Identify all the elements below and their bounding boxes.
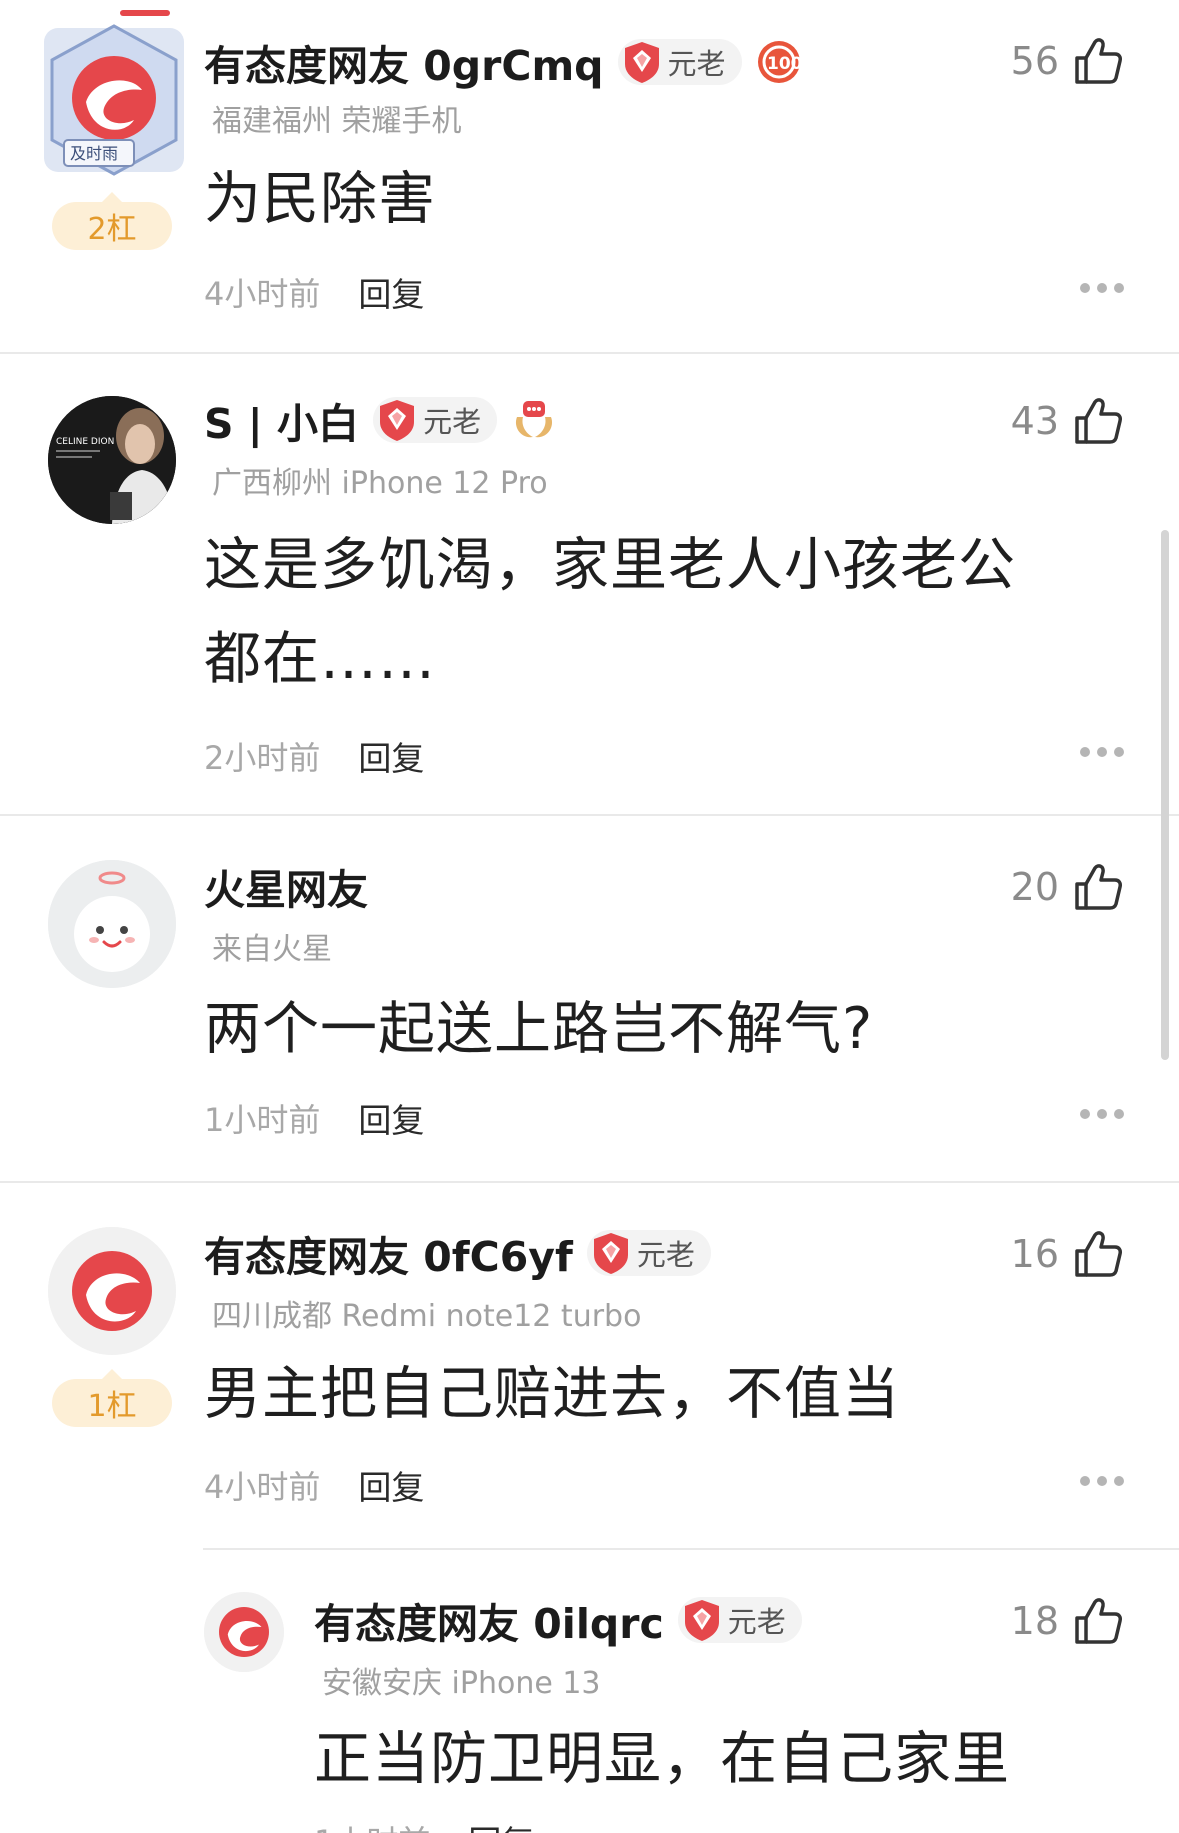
medal-icon[interactable]: 100: [756, 39, 802, 85]
thumbs-up-icon[interactable]: [1071, 1227, 1125, 1281]
timestamp: 2小时前: [204, 739, 321, 777]
location-device: 福建福州 荣耀手机: [212, 104, 462, 139]
reply-button[interactable]: 回复: [358, 268, 424, 316]
location-device: 安徽安庆 iPhone 13: [322, 1666, 601, 1701]
comment-text-line: 这是多饥渴，家里老人小孩老公: [204, 532, 1016, 598]
sub-comment-card: 有态度网友 0ilqrc 元老 安徽安庆 iPhone 13 18 正当防卫明显…: [0, 1550, 1179, 1833]
scrollbar[interactable]: [1161, 530, 1169, 1060]
elder-badge[interactable]: 元老: [373, 397, 498, 443]
username[interactable]: 有态度网友 0grCmq: [204, 32, 604, 92]
location-device: 四川成都 Redmi note12 turbo: [212, 1299, 642, 1334]
like-count: 20: [1010, 865, 1059, 909]
avatar-text: 及时雨: [70, 144, 118, 163]
more-options-icon[interactable]: [1079, 282, 1125, 294]
username[interactable]: S | 小白: [204, 390, 359, 450]
avatar[interactable]: CELINE DION: [48, 396, 176, 524]
like-button[interactable]: 18: [1011, 1594, 1125, 1648]
user-row: S | 小白 元老: [204, 390, 557, 450]
avatar[interactable]: [48, 1227, 176, 1355]
wings-chat-icon[interactable]: [511, 397, 557, 443]
elder-badge[interactable]: 元老: [617, 39, 742, 85]
timestamp: 4小时前: [204, 1468, 321, 1506]
like-button[interactable]: 16: [1011, 1227, 1125, 1281]
location-device: 来自火星: [212, 932, 332, 967]
user-row: 火星网友: [204, 856, 368, 916]
username[interactable]: 有态度网友 0fC6yf: [204, 1223, 573, 1283]
thumbs-up-icon[interactable]: [1071, 860, 1125, 914]
user-row: 有态度网友 0fC6yf 元老: [204, 1223, 711, 1283]
comment-card: 火星网友 来自火星 20 两个一起送上路岂不解气? 1小时前 回复: [0, 816, 1179, 1180]
comment-footer: 4小时前 回复: [204, 1461, 424, 1509]
avatar[interactable]: 及时雨: [34, 20, 194, 180]
badge-label: 元老: [423, 405, 482, 439]
netease-logo-icon: [204, 1592, 284, 1672]
timestamp: 1小时前: [314, 1817, 430, 1833]
comment-card: CELINE DION S | 小白 元老 广西柳州 iPhone 12 Pro…: [0, 354, 1179, 814]
comment-text: 正当防卫明显，在自己家里: [314, 1726, 1010, 1792]
svg-text:100: 100: [767, 54, 802, 74]
comment-text-line: 都在……: [204, 626, 436, 692]
comment-footer: 1小时前 回复: [314, 1816, 534, 1833]
like-count: 18: [1010, 1599, 1059, 1643]
comment-text: 两个一起送上路岂不解气?: [204, 996, 874, 1062]
comment-footer: 4小时前 回复: [204, 268, 424, 316]
badge-label: 元老: [667, 47, 726, 81]
shield-gem-icon: [380, 400, 415, 441]
netease-logo-icon: [48, 1227, 176, 1355]
badge-label: 元老: [727, 1605, 786, 1639]
location-device: 广西柳州 iPhone 12 Pro: [212, 466, 548, 501]
user-row: 有态度网友 0ilqrc 元老: [314, 1590, 802, 1650]
comment-text: 男主把自己赔进去，不值当: [204, 1361, 900, 1427]
username[interactable]: 有态度网友 0ilqrc: [314, 1590, 664, 1650]
like-count: 16: [1010, 1232, 1059, 1276]
elder-badge[interactable]: 元老: [586, 1230, 711, 1276]
thumbs-up-icon[interactable]: [1071, 34, 1125, 88]
avatar-text: CELINE DION: [56, 437, 114, 447]
timestamp: 4小时前: [204, 275, 321, 313]
rank-badge: 1杠: [52, 1369, 172, 1427]
thumbs-up-icon[interactable]: [1071, 1594, 1125, 1648]
comment-footer: 1小时前 回复: [204, 1094, 424, 1142]
avatar[interactable]: [204, 1592, 284, 1672]
comment-footer: 2小时前 回复: [204, 732, 424, 780]
more-options-icon[interactable]: [1079, 1475, 1125, 1487]
comment-text: 这是多饥渴，家里老人小孩老公 都在……: [204, 518, 1016, 706]
like-count: 43: [1010, 399, 1059, 443]
avatar[interactable]: [48, 860, 176, 988]
shield-gem-icon: [624, 42, 659, 83]
username[interactable]: 火星网友: [204, 856, 368, 916]
reply-button[interactable]: 回复: [358, 732, 424, 780]
like-button[interactable]: 20: [1011, 860, 1125, 914]
like-count: 56: [1010, 39, 1059, 83]
reply-button[interactable]: 回复: [358, 1094, 424, 1142]
mars-mascot-icon: [48, 860, 176, 988]
rank-badge: 2杠: [52, 192, 172, 250]
more-options-icon[interactable]: [1079, 1108, 1125, 1120]
comment-card: 1杠 有态度网友 0fC6yf 元老 四川成都 Redmi note12 tur…: [0, 1183, 1179, 1547]
elder-badge[interactable]: 元老: [677, 1597, 802, 1643]
shield-gem-icon: [684, 1600, 719, 1641]
user-row: 有态度网友 0grCmq 元老 100: [204, 32, 802, 92]
comment-card: 及时雨 2杠 有态度网友 0grCmq 元老 100 福建福州 荣耀手机 56 …: [0, 0, 1179, 350]
thumbs-up-icon[interactable]: [1071, 394, 1125, 448]
shield-gem-icon: [593, 1233, 628, 1274]
like-button[interactable]: 43: [1011, 394, 1125, 448]
badge-label: 元老: [636, 1238, 695, 1272]
more-options-icon[interactable]: [1079, 746, 1125, 758]
avatar-frame-accent: [120, 10, 170, 16]
timestamp: 1小时前: [204, 1101, 321, 1139]
comment-text: 为民除害: [204, 166, 436, 232]
reply-button[interactable]: 回复: [358, 1461, 424, 1509]
like-button[interactable]: 56: [1011, 34, 1125, 88]
reply-button[interactable]: 回复: [468, 1816, 534, 1833]
